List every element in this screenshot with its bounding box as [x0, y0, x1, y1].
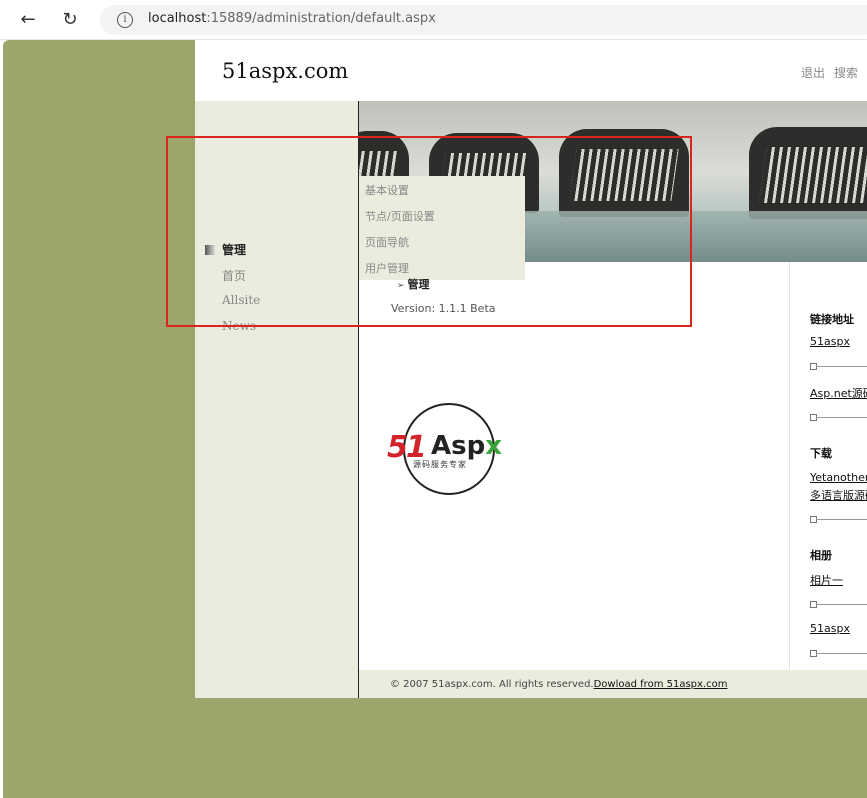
reload-icon[interactable]: ↻	[58, 8, 82, 32]
item-separator	[810, 516, 867, 523]
nav-marker-icon	[205, 245, 215, 255]
badge-tagline: 源码服务专家	[413, 460, 467, 469]
nav-item-news[interactable]: News	[205, 319, 260, 345]
item-separator	[810, 650, 867, 657]
nav-list: 管理 首页 Allsite News	[205, 241, 260, 345]
link-photo-one[interactable]: 相片一	[810, 572, 843, 588]
site-logo[interactable]: 51aspx.com	[222, 59, 348, 83]
badge-aspx-text: Aspx	[431, 431, 502, 461]
header-links: 退出 搜索	[801, 64, 867, 81]
right-column: 链接地址 51aspx Asp.net源码 下载 Yetanotherforum…	[789, 262, 867, 698]
nav-item-allsite[interactable]: Allsite	[205, 293, 260, 319]
badge-asp: Asp	[431, 431, 486, 461]
footer: © 2007 51aspx.com. All rights reserved.D…	[359, 670, 867, 698]
section-title-links: 链接地址	[810, 313, 854, 326]
admin-submenu: 基本设置 节点/页面设置 页面导航 用户管理	[359, 176, 525, 280]
section-title-download: 下载	[810, 447, 832, 460]
content-heading: ➢ 管理	[397, 276, 430, 292]
item-separator	[810, 363, 867, 370]
site-container: 51aspx.com 退出 搜索 管理 首页 Allsite News 基本设置 …	[195, 40, 867, 698]
section-title-album: 相册	[810, 549, 832, 562]
download-link[interactable]: Dowload from 51aspx.com	[594, 679, 728, 690]
arrow-icon: ➢	[397, 281, 405, 291]
content-heading-text: 管理	[407, 278, 430, 291]
chair-shape	[559, 129, 689, 217]
search-link[interactable]: 搜索	[834, 66, 858, 80]
copyright-text: © 2007 51aspx.com. All rights reserved.	[390, 679, 594, 690]
item-separator	[810, 601, 867, 608]
version-text: Version: 1.1.1 Beta	[391, 302, 496, 315]
submenu-node-page-settings[interactable]: 节点/页面设置	[359, 202, 525, 228]
item-separator	[810, 414, 867, 421]
sidebar: 管理 首页 Allsite News	[195, 101, 358, 698]
browser-toolbar: ← ↻ i localhost:15889/administration/def…	[0, 0, 867, 40]
submenu-basic-settings[interactable]: 基本设置	[359, 176, 525, 202]
badge-x: x	[485, 431, 502, 461]
link-51aspx-album[interactable]: 51aspx	[810, 622, 850, 635]
address-bar[interactable]: i localhost:15889/administration/default…	[100, 5, 867, 35]
submenu-user-management[interactable]: 用户管理	[359, 254, 525, 280]
link-aspnet-source[interactable]: Asp.net源码	[810, 385, 867, 401]
nav-item-label: 管理	[222, 243, 247, 257]
url-host: localhost	[148, 11, 207, 26]
nav-item-manage[interactable]: 管理	[205, 241, 260, 267]
back-arrow-icon[interactable]: ←	[16, 8, 40, 32]
chair-shape	[749, 127, 867, 219]
link-multilang-source[interactable]: 多语言版源码	[810, 487, 867, 503]
site-info-icon[interactable]: i	[117, 12, 133, 28]
link-yetanotherforum[interactable]: Yetanotherforum	[810, 471, 867, 484]
link-51aspx[interactable]: 51aspx	[810, 335, 850, 348]
nav-item-home[interactable]: 首页	[205, 267, 260, 293]
url-path: :15889/administration/default.aspx	[206, 11, 436, 26]
submenu-page-navigation[interactable]: 页面导航	[359, 228, 525, 254]
page-viewport: 51aspx.com 退出 搜索 管理 首页 Allsite News 基本设置 …	[3, 40, 867, 798]
51aspx-logo-badge: 51 Aspx 源码服务专家	[387, 403, 513, 495]
footer-text: © 2007 51aspx.com. All rights reserved.D…	[390, 679, 727, 690]
logout-link[interactable]: 退出	[801, 66, 825, 80]
url-text[interactable]: localhost:15889/administration/default.a…	[148, 11, 436, 26]
